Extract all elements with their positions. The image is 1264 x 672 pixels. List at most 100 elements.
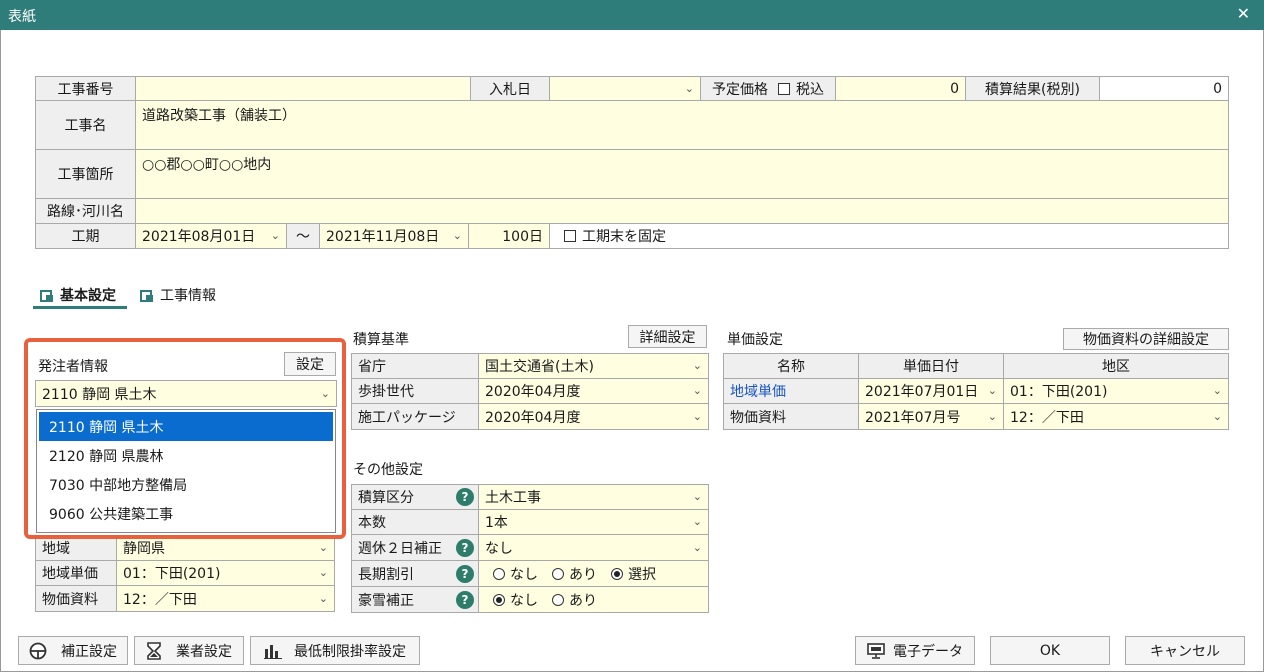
choki-option-nashi[interactable]: なし xyxy=(493,564,538,584)
hosei-settei-label: 補正設定 xyxy=(61,643,117,660)
seko-package-select[interactable]: 2020年04月度 ⌄ xyxy=(478,403,709,430)
dropdown-option[interactable]: 9060 公共建築工事 xyxy=(39,499,333,528)
shukyu-hosei-text: 週休２日補正 xyxy=(358,540,442,557)
koki-start-value: 2021年08月01日 xyxy=(142,229,256,245)
shukyu-hosei-value: なし xyxy=(485,540,513,557)
chiiki-tanka-select[interactable]: 01：下田(201) ⌄ xyxy=(116,560,335,586)
tanka-row-bukka: 物価資料 xyxy=(723,403,859,430)
tab-kihon-settei[interactable]: 基本設定 xyxy=(40,284,116,306)
chevron-down-icon: ⌄ xyxy=(684,81,694,95)
bukake-sedai-label: 歩掛世代 xyxy=(351,378,479,404)
choki-option-sentaku[interactable]: 選択 xyxy=(611,564,656,584)
radio-label: 選択 xyxy=(628,566,656,583)
tanka-row-chiiki[interactable]: 地域単価 xyxy=(723,378,859,404)
shukyu-hosei-select[interactable]: なし ⌄ xyxy=(478,534,709,561)
yotei-kakaku-header: 予定価格 税込 xyxy=(700,76,836,101)
chevron-down-icon: ⌄ xyxy=(692,489,702,503)
sekisan-kubun-select[interactable]: 土木工事 ⌄ xyxy=(478,484,709,510)
radio-selected-icon xyxy=(493,593,505,606)
tab-koji-joho[interactable]: 工事情報 xyxy=(140,284,216,306)
seko-package-value: 2020年04月度 xyxy=(485,409,581,426)
radio-icon xyxy=(493,567,505,580)
hacchusha-highlight-box: 発注者情報 設定 2110 静岡 県土木 ⌄ 2110 静岡 県土木 2120 静… xyxy=(24,338,346,539)
help-icon[interactable]: ? xyxy=(456,564,474,583)
koki-start-select[interactable]: 2021年08月01日 ⌄ xyxy=(135,223,287,249)
sekisan-kekka-label: 積算結果(税別) xyxy=(965,76,1100,101)
tanka-date-value: 2021年07月01日 xyxy=(865,384,979,400)
tanka-col-chiku: 地区 xyxy=(1003,353,1229,379)
koki-tilde: ～ xyxy=(286,223,320,249)
nyusatsu-bi-select[interactable]: ⌄ xyxy=(549,76,701,101)
bukka-shiryo-label: 物価資料 xyxy=(35,585,117,612)
sekisan-kubun-text: 積算区分 xyxy=(358,490,414,506)
koki-fix-option[interactable]: 工期末を固定 xyxy=(549,223,1229,249)
shocho-select[interactable]: 国土交通省(土木) ⌄ xyxy=(478,353,709,379)
gosetsu-option-ari[interactable]: あり xyxy=(552,590,597,610)
bukka-chiku-select[interactable]: 12：／下田 ⌄ xyxy=(1003,403,1229,430)
bukake-sedai-select[interactable]: 2020年04月度 ⌄ xyxy=(478,378,709,404)
dropdown-option[interactable]: 7030 中部地方整備局 xyxy=(39,470,333,499)
koki-end-select[interactable]: 2021年11月08日 ⌄ xyxy=(319,223,469,249)
honsu-select[interactable]: 1本 ⌄ xyxy=(478,509,709,535)
help-icon[interactable]: ? xyxy=(456,590,474,609)
hacchusha-select[interactable]: 2110 静岡 県土木 ⌄ xyxy=(35,380,337,407)
yotei-kakaku-field[interactable]: 0 xyxy=(835,76,966,101)
chevron-down-icon: ⌄ xyxy=(320,386,330,400)
tab-koji-label: 工事情報 xyxy=(160,288,216,304)
chevron-down-icon: ⌄ xyxy=(318,540,328,554)
koki-days-field[interactable]: 100日 xyxy=(468,223,550,249)
monitor-icon xyxy=(867,642,885,659)
gosetsu-hosei-label: 豪雪補正? xyxy=(351,586,479,613)
sekisan-detail-button[interactable]: 詳細設定 xyxy=(628,325,707,348)
choki-option-ari[interactable]: あり xyxy=(552,564,597,584)
chevron-down-icon: ⌄ xyxy=(692,383,702,397)
radio-selected-icon xyxy=(611,567,623,580)
bukake-sedai-value: 2020年04月度 xyxy=(485,384,581,400)
chevron-down-icon: ⌄ xyxy=(1212,409,1222,423)
nyusatsu-bi-label: 入札日 xyxy=(470,76,550,101)
koji-bango-label: 工事番号 xyxy=(35,76,136,101)
rosen-field[interactable] xyxy=(135,198,1229,224)
radio-label: なし xyxy=(510,592,538,609)
koki-fix-label: 工期末を固定 xyxy=(582,229,666,245)
hacchusha-settei-button[interactable]: 設定 xyxy=(284,352,336,376)
radio-icon xyxy=(552,567,564,580)
help-icon[interactable]: ? xyxy=(456,488,474,506)
koji-bango-field[interactable] xyxy=(135,76,471,101)
dropdown-option[interactable]: 2110 静岡 県土木 xyxy=(39,412,333,441)
chiiki-tanka-link[interactable]: 地域単価 xyxy=(730,381,786,401)
bukka-date-select[interactable]: 2021年07月号 ⌄ xyxy=(858,403,1004,430)
koki-fix-checkbox[interactable] xyxy=(564,230,576,242)
tanka-title: 単価設定 xyxy=(727,332,783,348)
chevron-down-icon: ⌄ xyxy=(987,383,997,397)
ok-button[interactable]: OK xyxy=(990,636,1110,665)
saitei-seigen-button[interactable]: 最低制限掛率設定 xyxy=(250,636,420,665)
chevron-down-icon: ⌄ xyxy=(692,540,702,554)
help-icon[interactable]: ? xyxy=(456,538,474,557)
radio-label: なし xyxy=(510,566,538,583)
tab-kihon-label: 基本設定 xyxy=(60,288,116,304)
bukka-detail-button[interactable]: 物価資料の詳細設定 xyxy=(1063,328,1229,350)
chevron-down-icon: ⌄ xyxy=(270,228,280,242)
radio-label: あり xyxy=(569,566,597,583)
bukka-shiryo-select[interactable]: 12：／下田 ⌄ xyxy=(116,585,335,612)
zeikomi-checkbox[interactable] xyxy=(778,82,790,95)
radio-label: あり xyxy=(569,592,597,609)
tanka-chiku-select[interactable]: 01：下田(201) ⌄ xyxy=(1003,378,1229,404)
tanka-col-date: 単価日付 xyxy=(858,353,1004,379)
radio-icon xyxy=(552,593,564,606)
koji-kasho-label: 工事箇所 xyxy=(35,149,136,199)
tanka-date-select[interactable]: 2021年07月01日 ⌄ xyxy=(858,378,1004,404)
close-icon[interactable]: ✕ xyxy=(1237,4,1250,23)
dropdown-option[interactable]: 2120 静岡 県農林 xyxy=(39,441,333,470)
hacchusha-dropdown-list: 2110 静岡 県土木 2120 静岡 県農林 7030 中部地方整備局 906… xyxy=(36,409,336,533)
koji-kasho-field[interactable]: ○○郡○○町○○地内 xyxy=(135,149,1229,199)
denshi-data-button[interactable]: 電子データ xyxy=(855,636,975,665)
bukka-date-value: 2021年07月号 xyxy=(865,409,961,426)
gyosha-settei-button[interactable]: 業者設定 xyxy=(134,636,244,665)
hosei-settei-button[interactable]: 補正設定 xyxy=(18,636,128,665)
cancel-button[interactable]: キャンセル xyxy=(1125,636,1245,665)
gosetsu-option-nashi[interactable]: なし xyxy=(493,590,538,610)
koji-mei-field[interactable]: 道路改築工事（舗装工） xyxy=(135,100,1229,150)
honsu-label: 本数 xyxy=(351,509,479,535)
